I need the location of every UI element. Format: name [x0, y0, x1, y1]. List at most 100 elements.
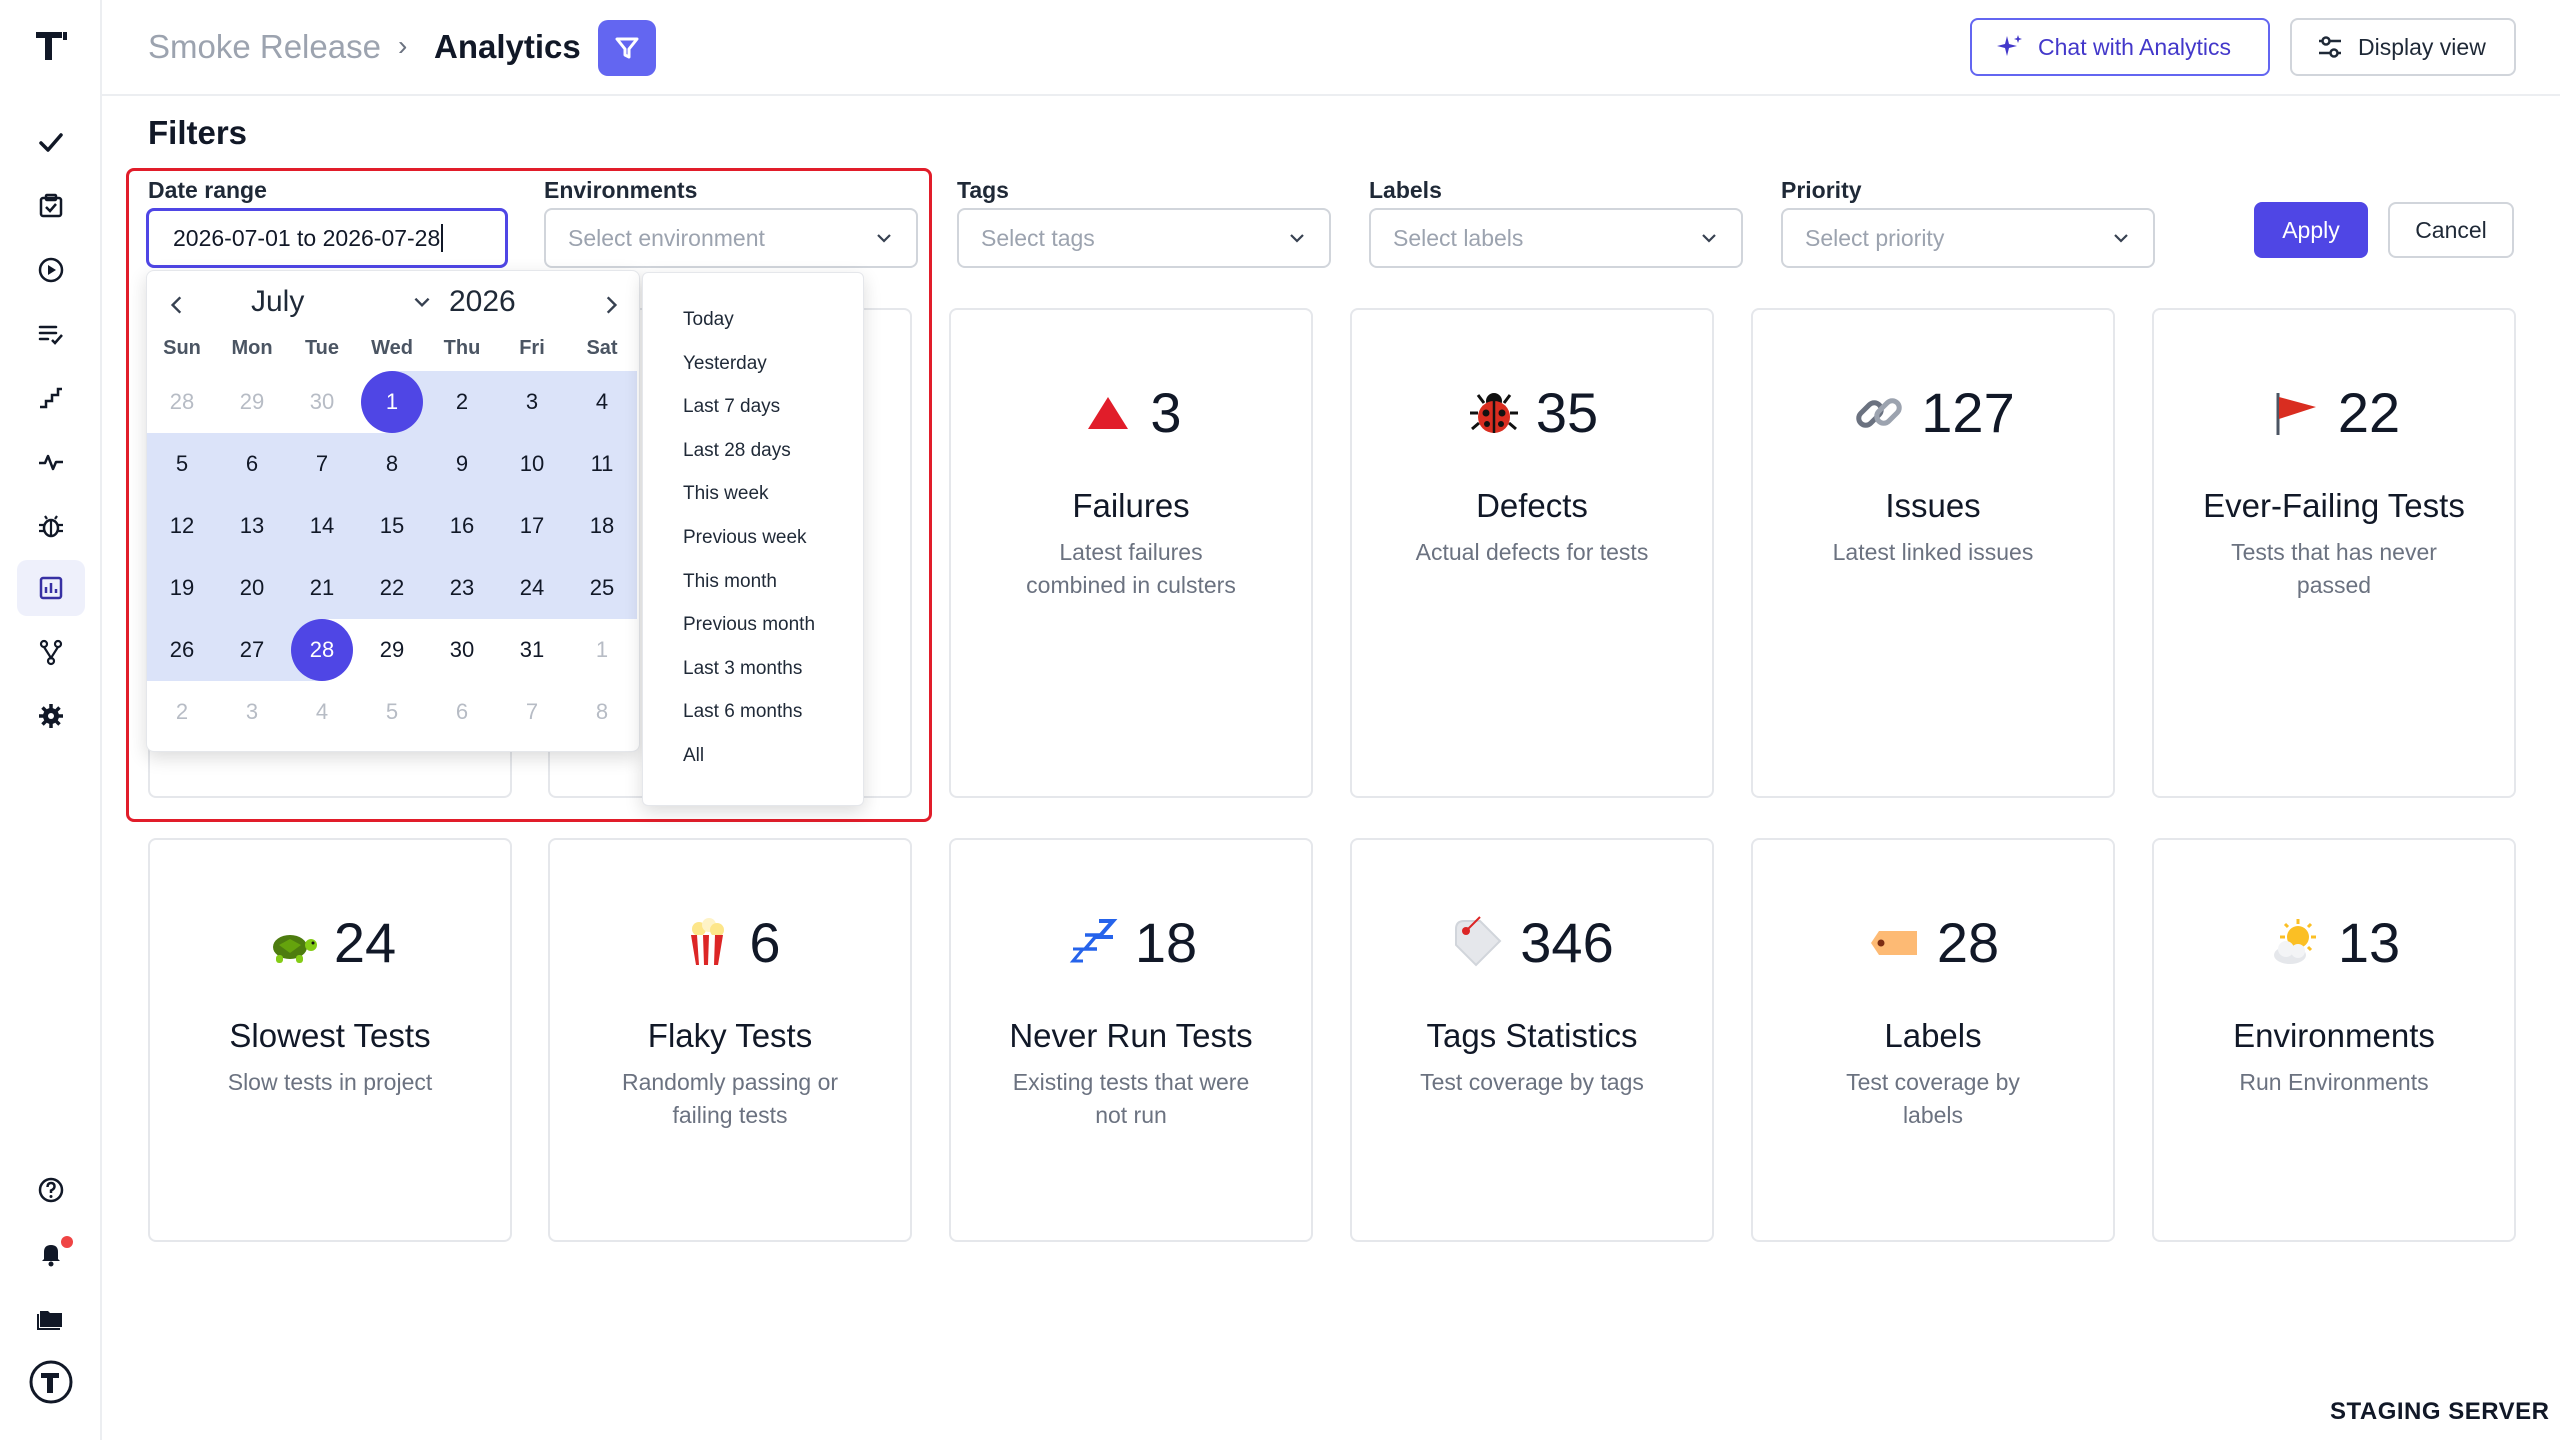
chevron-down-icon[interactable]: [411, 291, 433, 318]
calendar-day[interactable]: 28: [147, 371, 217, 433]
calendar-day[interactable]: 13: [217, 495, 287, 557]
nav-branches-icon[interactable]: [17, 624, 85, 680]
calendar-day[interactable]: 9: [427, 433, 497, 495]
date-preset-option[interactable]: Last 7 days: [683, 396, 780, 418]
calendar-day-number: 16: [449, 513, 475, 538]
date-preset-option[interactable]: Previous week: [683, 527, 807, 549]
calendar-day[interactable]: 18: [567, 495, 637, 557]
calendar-day[interactable]: 11: [567, 433, 637, 495]
calendar-day[interactable]: 17: [497, 495, 567, 557]
issues-card[interactable]: 127 Issues Latest linked issues: [1751, 308, 2115, 798]
calendar-day[interactable]: 27: [217, 619, 287, 681]
breadcrumb-project-link[interactable]: Smoke Release: [148, 28, 381, 66]
calendar-day[interactable]: 15: [357, 495, 427, 557]
labels-card[interactable]: 28 Labels Test coverage by labels: [1751, 838, 2115, 1242]
calendar-day[interactable]: 31: [497, 619, 567, 681]
nav-tests-icon[interactable]: [17, 114, 85, 170]
calendar-day[interactable]: 1: [357, 371, 427, 433]
slowest-tests-card[interactable]: 24 Slowest Tests Slow tests in project: [148, 838, 512, 1242]
calendar-day[interactable]: 30: [287, 371, 357, 433]
nav-checklist-icon[interactable]: [17, 306, 85, 362]
card-description: Latest failures combined in culsters: [1026, 539, 1236, 598]
calendar-day[interactable]: 3: [217, 681, 287, 743]
calendar-day[interactable]: 6: [217, 433, 287, 495]
calendar-day-number: 12: [169, 513, 195, 538]
app-logo-icon[interactable]: [32, 26, 70, 64]
tags-statistics-card[interactable]: 346 Tags Statistics Test coverage by tags: [1350, 838, 1714, 1242]
tags-select[interactable]: Select tags: [957, 208, 1331, 268]
calendar-day[interactable]: 7: [287, 433, 357, 495]
chevron-left-icon: [170, 296, 182, 314]
projects-folder-icon[interactable]: [17, 1290, 85, 1346]
nav-runs-icon[interactable]: [17, 242, 85, 298]
date-preset-option[interactable]: Last 6 months: [683, 701, 802, 723]
flaky-tests-card[interactable]: 6 Flaky Tests Randomly passing or failing…: [548, 838, 912, 1242]
calendar-day[interactable]: 21: [287, 557, 357, 619]
never-run-tests-card[interactable]: 18 Never Run Tests Existing tests that we…: [949, 838, 1313, 1242]
date-preset-option[interactable]: Yesterday: [683, 353, 767, 375]
calendar-day[interactable]: 26: [147, 619, 217, 681]
labels-select[interactable]: Select labels: [1369, 208, 1743, 268]
calendar-day[interactable]: 4: [287, 681, 357, 743]
page-title: Analytics: [434, 28, 581, 65]
date-preset-option[interactable]: Previous month: [683, 614, 815, 636]
calendar-day[interactable]: 7: [497, 681, 567, 743]
card-value: 13: [2337, 911, 2401, 974]
cancel-button[interactable]: Cancel: [2388, 202, 2514, 258]
year-input[interactable]: 2026: [449, 285, 516, 319]
calendar-day[interactable]: 25: [567, 557, 637, 619]
calendar-day[interactable]: 22: [357, 557, 427, 619]
date-preset-option[interactable]: This month: [683, 571, 777, 593]
calendar-day[interactable]: 10: [497, 433, 567, 495]
nav-analytics-icon[interactable]: [17, 560, 85, 616]
calendar-day[interactable]: 28: [287, 619, 357, 681]
calendar-day[interactable]: 19: [147, 557, 217, 619]
calendar-day[interactable]: 20: [217, 557, 287, 619]
calendar-day-number: 8: [595, 699, 609, 724]
calendar-day[interactable]: 30: [427, 619, 497, 681]
calendar-day[interactable]: 5: [357, 681, 427, 743]
calendar-day[interactable]: 16: [427, 495, 497, 557]
nav-plans-icon[interactable]: [17, 178, 85, 234]
defects-card[interactable]: 35 Defects Actual defects for tests: [1350, 308, 1714, 798]
help-icon[interactable]: [17, 1162, 85, 1218]
previous-month-button[interactable]: [157, 285, 197, 325]
calendar-day[interactable]: 2: [427, 371, 497, 433]
calendar-day[interactable]: 29: [357, 619, 427, 681]
nav-pulse-icon[interactable]: [17, 434, 85, 490]
date-preset-option[interactable]: Last 3 months: [683, 658, 802, 680]
chat-with-analytics-button[interactable]: Chat with Analytics: [1970, 18, 2270, 76]
date-preset-option[interactable]: Last 28 days: [683, 440, 791, 462]
environments-card[interactable]: 13 Environments Run Environments: [2152, 838, 2516, 1242]
user-avatar-icon[interactable]: [17, 1354, 85, 1410]
nav-steps-icon[interactable]: [17, 370, 85, 426]
nav-defects-icon[interactable]: [17, 498, 85, 554]
calendar-day[interactable]: 1: [567, 619, 637, 681]
calendar-day[interactable]: 14: [287, 495, 357, 557]
card-description: Slow tests in project: [227, 1069, 433, 1095]
calendar-day[interactable]: 5: [147, 433, 217, 495]
next-month-button[interactable]: [591, 285, 631, 325]
calendar-day[interactable]: 24: [497, 557, 567, 619]
calendar-day[interactable]: 8: [357, 433, 427, 495]
month-select[interactable]: July: [251, 285, 304, 319]
failures-card[interactable]: 3 Failures Latest failures combined in cu…: [949, 308, 1313, 798]
calendar-day[interactable]: 4: [567, 371, 637, 433]
calendar-day[interactable]: 29: [217, 371, 287, 433]
calendar-day[interactable]: 23: [427, 557, 497, 619]
calendar-day[interactable]: 2: [147, 681, 217, 743]
notifications-bell-icon[interactable]: [17, 1226, 85, 1282]
calendar-day[interactable]: 3: [497, 371, 567, 433]
ever-failing-tests-card[interactable]: 22 Ever-Failing Tests Tests that has neve…: [2152, 308, 2516, 798]
calendar-day[interactable]: 8: [567, 681, 637, 743]
display-view-button[interactable]: Display view: [2290, 18, 2516, 76]
filter-toggle-button[interactable]: [598, 20, 656, 76]
date-preset-option[interactable]: All: [683, 745, 704, 767]
apply-button[interactable]: Apply: [2254, 202, 2368, 258]
calendar-day[interactable]: 6: [427, 681, 497, 743]
calendar-day[interactable]: 12: [147, 495, 217, 557]
priority-select[interactable]: Select priority: [1781, 208, 2155, 268]
nav-settings-gear-icon[interactable]: [17, 688, 85, 744]
date-preset-option[interactable]: Today: [683, 309, 734, 331]
date-preset-option[interactable]: This week: [683, 483, 769, 505]
